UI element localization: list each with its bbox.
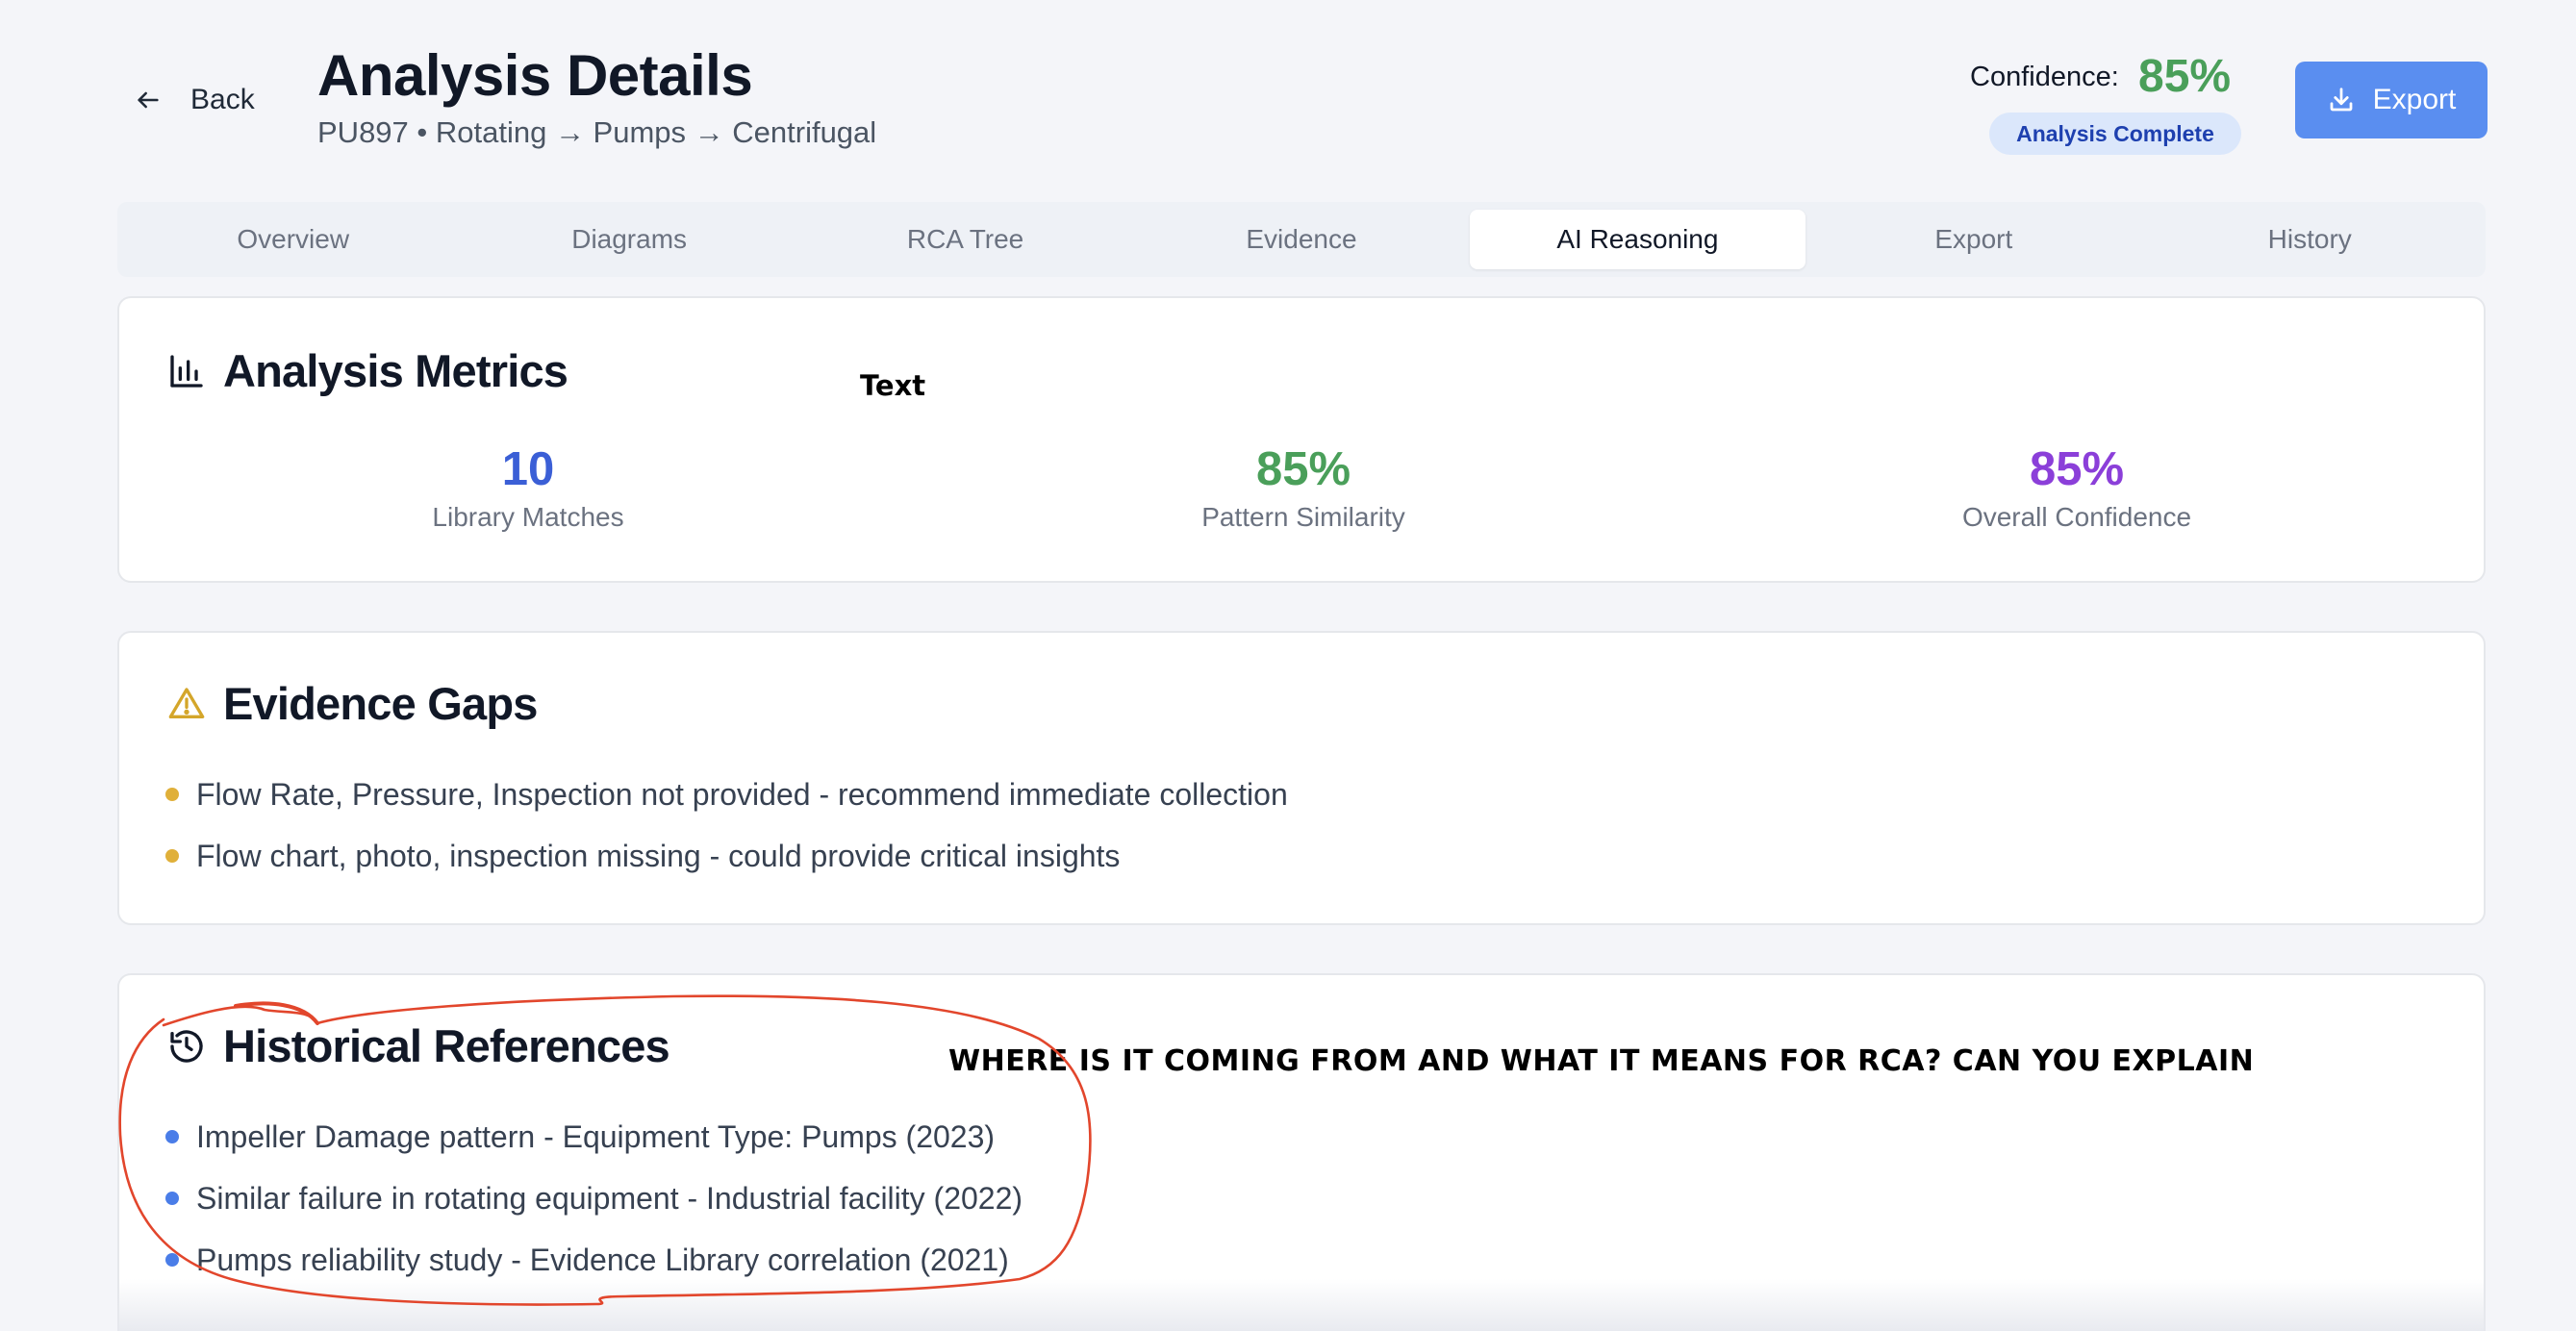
bullet-dot (165, 1130, 179, 1143)
page-header: Back Analysis Details PU897 • Rotating →… (0, 0, 2576, 192)
page-title: Analysis Details (317, 43, 753, 108)
confidence-value: 85% (2138, 51, 2232, 102)
confidence-label: Confidence: (1970, 62, 2119, 92)
tab-rca-tree[interactable]: RCA Tree (797, 210, 1133, 269)
metric-label: Library Matches (432, 502, 624, 532)
list-item: Impeller Damage pattern - Equipment Type… (165, 1106, 1023, 1168)
metric-overall-confidence: 85% Overall Confidence (1836, 442, 2317, 533)
metric-label: Pattern Similarity (1201, 502, 1405, 532)
bar-chart-icon (170, 354, 203, 388)
tab-bar: Overview Diagrams RCA Tree Evidence AI R… (117, 202, 2486, 277)
status-badge: Analysis Complete (1989, 113, 2241, 155)
bullet-dot (165, 1253, 179, 1267)
evidence-gaps-title: Evidence Gaps (223, 678, 538, 729)
bullet-dot (165, 788, 179, 801)
historical-references-title: Historical References (223, 1020, 670, 1071)
history-icon (170, 1029, 203, 1063)
scroll-fade (117, 1279, 2486, 1331)
analysis-metrics-heading: Analysis Metrics (167, 344, 568, 397)
bullet-dot (165, 849, 179, 863)
list-item-text: Similar failure in rotating equipment - … (196, 1180, 1023, 1216)
warning-icon (168, 687, 205, 718)
evidence-gaps-list: Flow Rate, Pressure, Inspection not prov… (165, 764, 1288, 887)
tab-ai-reasoning[interactable]: AI Reasoning (1469, 210, 1806, 269)
back-button[interactable]: Back (135, 79, 255, 121)
list-item-text: Impeller Damage pattern - Equipment Type… (196, 1118, 996, 1154)
export-button[interactable]: Export (2295, 62, 2488, 138)
annotation-text: Text (860, 369, 926, 402)
list-item-text: Flow Rate, Pressure, Inspection not prov… (196, 776, 1288, 812)
analysis-metrics-title: Analysis Metrics (223, 345, 568, 396)
list-item: Similar failure in rotating equipment - … (165, 1168, 1023, 1229)
arrow-left-icon (138, 91, 159, 109)
bullet-dot (165, 1192, 179, 1205)
historical-references-list: Impeller Damage pattern - Equipment Type… (165, 1106, 1023, 1291)
metric-value: 85% (1255, 443, 1351, 495)
tab-export[interactable]: Export (1806, 210, 2141, 269)
list-item: Flow Rate, Pressure, Inspection not prov… (165, 764, 1288, 825)
tab-overview[interactable]: Overview (125, 210, 461, 269)
list-item: Flow chart, photo, inspection missing - … (165, 825, 1288, 887)
analysis-metrics-card: Analysis Metrics Text 10 Library Matches… (117, 296, 2486, 583)
metric-pattern-similarity: 85% Pattern Similarity (1063, 442, 1544, 533)
download-icon (2330, 88, 2353, 112)
annotation-question: WHERE IS IT COMING FROM AND WHAT IT MEAN… (948, 1044, 2255, 1078)
metric-value: 85% (2029, 443, 2125, 495)
metric-value: 10 (501, 443, 555, 495)
tab-diagrams[interactable]: Diagrams (461, 210, 796, 269)
metric-label: Overall Confidence (1961, 502, 2192, 532)
list-item-text: Flow chart, photo, inspection missing - … (196, 838, 1121, 873)
evidence-gaps-heading: Evidence Gaps (167, 677, 538, 730)
historical-references-heading: Historical References (167, 1019, 670, 1072)
tab-history[interactable]: History (2142, 210, 2478, 269)
tab-evidence[interactable]: Evidence (1133, 210, 1469, 269)
breadcrumb: PU897 • Rotating → Pumps → Centrifugal (317, 115, 877, 149)
back-label: Back (190, 84, 255, 115)
metric-library-matches: 10 Library Matches (288, 442, 769, 533)
list-item-text: Pumps reliability study - Evidence Libra… (196, 1242, 1009, 1277)
export-button-label: Export (2372, 84, 2457, 115)
